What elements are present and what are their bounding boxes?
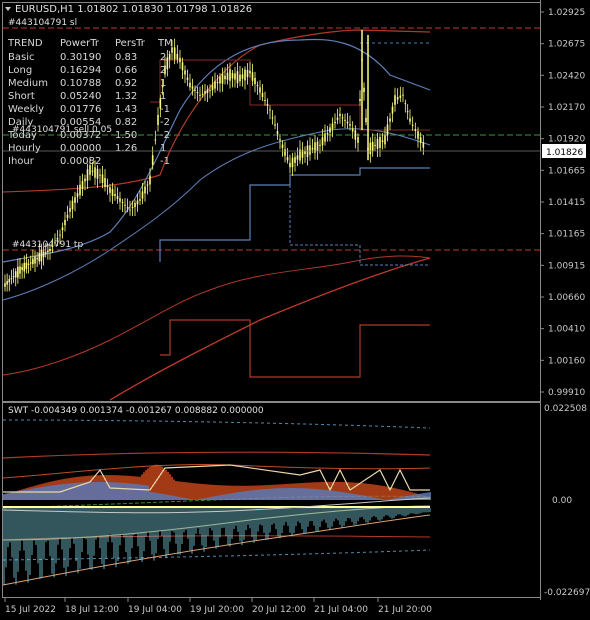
table-cell: Weekly (8, 104, 44, 115)
table-cell: 1.26 (115, 143, 137, 154)
price-tick-label: 1.01665 (548, 166, 585, 176)
table-cell: -2 (160, 130, 170, 141)
time-axis[interactable]: 15 Jul 2022 18 Jul 12:00 19 Jul 04:00 19 Ju… (4, 598, 432, 615)
price-tick-label: 1.00160 (548, 356, 585, 366)
table-cell: 0.82 (115, 117, 137, 128)
table-header-tm: TM (157, 38, 173, 49)
table-cell: 2 (160, 52, 166, 63)
price-tick-label: 1.02675 (548, 40, 585, 50)
table-cell: 0.00000 (60, 143, 101, 154)
table-cell: -1 (160, 104, 170, 115)
table-header-trend: TREND (7, 38, 43, 49)
table-cell: 2 (160, 65, 166, 76)
price-tick-label: 1.00410 (548, 325, 585, 335)
indicator-axis-zero: 0.00 (552, 496, 572, 506)
table-cell: 1 (160, 78, 166, 89)
table-cell: 1 (160, 91, 166, 102)
time-tick-label: 21 Jul 20:00 (378, 605, 432, 615)
table-cell: 0.66 (115, 65, 137, 76)
indicator-axis-top: 0.022508 (544, 404, 587, 414)
table-cell: 1 (160, 143, 166, 154)
price-tick-label: 1.02170 (548, 103, 585, 113)
table-cell: -1 (160, 156, 170, 167)
table-cell: Ihour (8, 156, 35, 167)
table-cell: 0.00082 (60, 156, 101, 167)
time-tick-label: 15 Jul 2022 (5, 605, 56, 615)
indicator-label: SWT -0.004349 0.001374 -0.001267 0.00888… (8, 406, 264, 416)
symbol-header: EURUSD,H1 1.01802 1.01830 1.01798 1.0182… (15, 4, 252, 15)
time-tick-label: 20 Jul 12:00 (252, 605, 306, 615)
table-cell: -2 (160, 117, 170, 128)
table-cell: 0.01776 (60, 104, 101, 115)
table-cell: Basic (8, 52, 34, 63)
tp-label: #443104791 tp (12, 240, 83, 250)
chart-window[interactable]: TREND PowerTr PersTr TM Basic 0.30190 0.83… (0, 0, 590, 620)
price-axis[interactable]: 1.02925 1.02675 1.02420 1.02170 1.01920 1.016… (540, 8, 585, 398)
price-tick-label: 1.00660 (548, 293, 585, 303)
table-cell: 0.92 (115, 78, 137, 89)
price-tick-label: 1.02925 (548, 8, 585, 18)
time-tick-label: 19 Jul 20:00 (190, 605, 244, 615)
price-tick-label: 1.02420 (548, 71, 585, 81)
price-tick-label: 1.01415 (548, 198, 585, 208)
time-tick-label: 21 Jul 04:00 (314, 605, 368, 615)
table-cell: Hourly (8, 143, 41, 154)
price-tick-label: 1.01165 (548, 230, 585, 240)
price-tick-label: 1.01920 (548, 135, 585, 145)
current-price-label: 1.01826 (546, 148, 583, 158)
time-tick-label: 18 Jul 12:00 (65, 605, 119, 615)
price-tick-label: 0.99910 (548, 388, 585, 398)
table-cell: Short (8, 91, 35, 102)
table-cell: 0.10788 (60, 78, 101, 89)
time-tick-label: 19 Jul 04:00 (128, 605, 182, 615)
sell-order-label: #443104791 sell 0.05 (12, 125, 112, 135)
table-cell: 0.83 (115, 52, 137, 63)
table-header-powertr: PowerTr (60, 38, 100, 49)
table-cell: 1.32 (115, 91, 137, 102)
table-cell: 0.30190 (60, 52, 101, 63)
sl-label: #443104791 sl (8, 18, 77, 28)
table-cell: Medium (8, 78, 48, 89)
table-cell: 1.43 (115, 104, 137, 115)
table-cell: 1.50 (115, 130, 137, 141)
table-cell: 0.16294 (60, 65, 101, 76)
table-header-perstr: PersTr (115, 38, 146, 49)
table-cell: Long (8, 65, 32, 76)
indicator-axis[interactable]: 0.022508 0.00 -0.022697 (544, 404, 590, 598)
table-cell: 0.05240 (60, 91, 101, 102)
indicator-axis-bottom: -0.022697 (544, 588, 590, 598)
price-tick-label: 1.00915 (548, 261, 585, 271)
